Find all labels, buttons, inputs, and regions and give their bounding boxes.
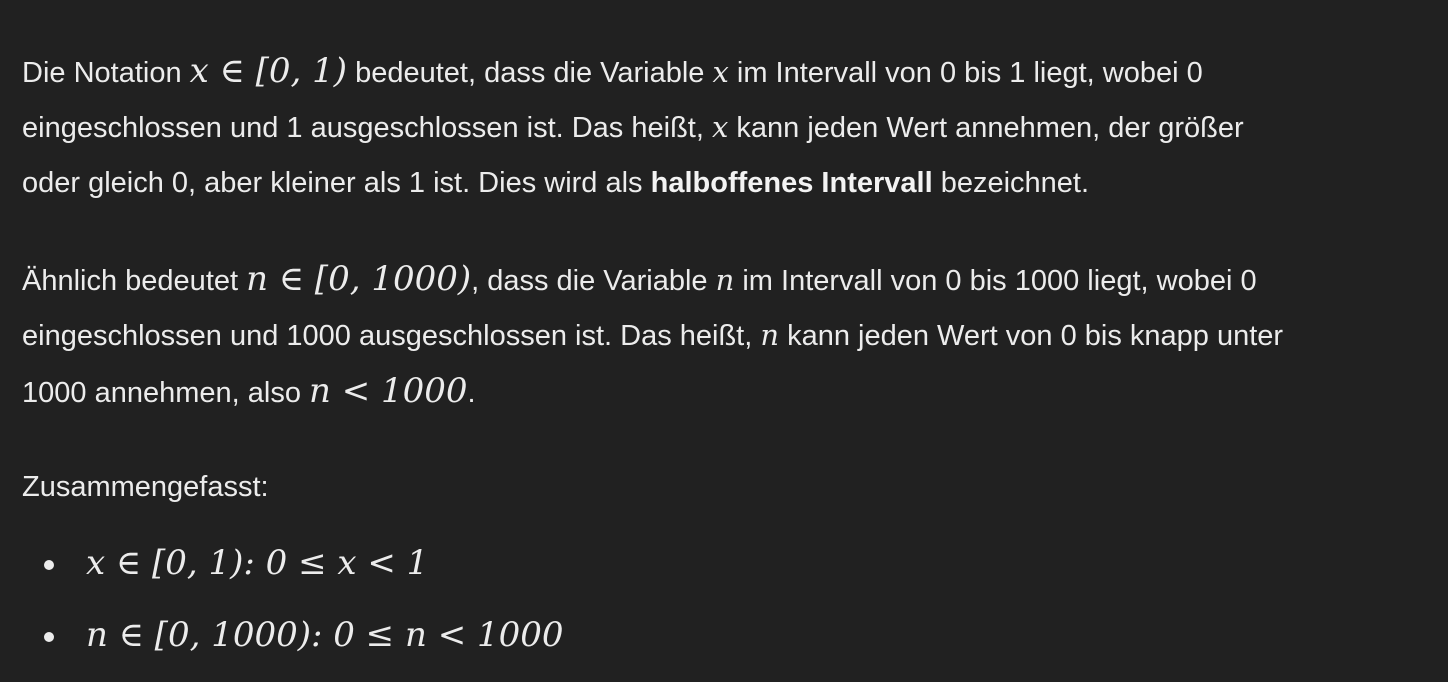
summary-heading: Zusammengefasst: bbox=[22, 471, 269, 503]
text-line: Die Notation x ∈ [0, 1) bedeutet, dass d… bbox=[22, 51, 1203, 91]
math-expression: n ∈ [0, 1000): 0 ≤ n < 1000 bbox=[86, 615, 564, 655]
text-line: eingeschlossen und 1 ausgeschlossen ist.… bbox=[22, 110, 1244, 144]
paragraph-interval-n: Ähnlich bedeutet n ∈ [0, 1000), dass die… bbox=[22, 251, 1442, 419]
text-line: Ähnlich bedeutet n ∈ [0, 1000), dass die… bbox=[22, 259, 1257, 299]
math-variable: x bbox=[712, 55, 729, 89]
list-item: x ∈ [0, 1): 0 ≤ x < 1 bbox=[22, 527, 1442, 599]
bold-term: halboffenes Intervall bbox=[650, 167, 933, 199]
math-expression: x ∈ [0, 1) bbox=[189, 51, 348, 91]
paragraph-interval-x: Die Notation x ∈ [0, 1) bedeutet, dass d… bbox=[22, 43, 1442, 211]
bullet-dot bbox=[44, 560, 54, 570]
text-line: oder gleich 0, aber kleiner als 1 ist. D… bbox=[22, 167, 1090, 199]
math-variable: n bbox=[760, 318, 780, 352]
message-content: Die Notation x ∈ [0, 1) bedeutet, dass d… bbox=[22, 43, 1442, 671]
list-item: n ∈ [0, 1000): 0 ≤ n < 1000 bbox=[22, 599, 1442, 671]
math-expression: x ∈ [0, 1): 0 ≤ x < 1 bbox=[86, 543, 429, 583]
math-variable: x bbox=[711, 110, 729, 144]
summary-list: x ∈ [0, 1): 0 ≤ x < 1 n ∈ [0, 1000): 0 ≤… bbox=[22, 527, 1442, 671]
math-expression: n < 1000 bbox=[309, 371, 468, 411]
text-line: eingeschlossen und 1000 ausgeschlossen i… bbox=[22, 318, 1284, 352]
bullet-dot bbox=[44, 632, 54, 642]
text-line: 1000 annehmen, also n < 1000. bbox=[22, 371, 476, 411]
math-expression: n ∈ [0, 1000) bbox=[246, 259, 472, 299]
math-variable: n bbox=[715, 263, 735, 297]
